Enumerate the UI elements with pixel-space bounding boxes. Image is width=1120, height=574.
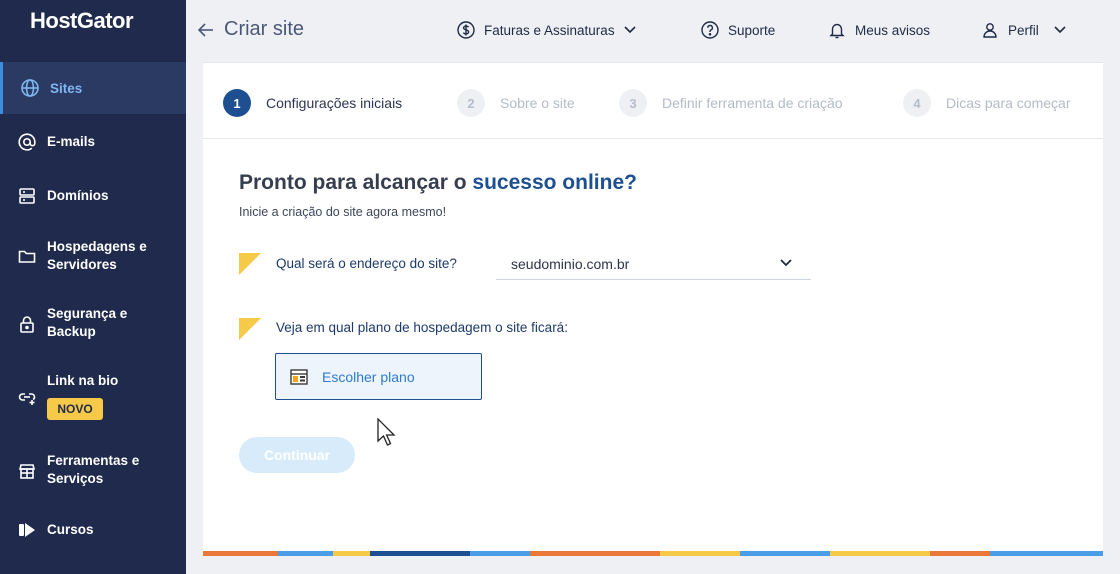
continue-button[interactable]: Continuar [239,437,355,473]
profile-label: Perfil [1008,22,1039,38]
page-title: Criar site [224,18,305,40]
yellow-flag-icon [239,253,261,275]
top-header: Criar site Faturas e Assinaturas Suporte… [186,0,1120,62]
hosting-plan-icon [290,369,308,385]
sidebar-item-hospedagens[interactable]: Hospedagens e Servidores [0,234,186,278]
plan-question: Veja em qual plano de hospedagem o site … [276,320,568,335]
step-label: Dicas para começar [946,95,1071,111]
step-1: 1 Configurações iniciais [223,89,402,117]
server-icon [16,185,38,207]
notices-label: Meus avisos [855,22,931,38]
step-number: 2 [457,89,485,117]
address-question: Qual será o endereço do site? [276,256,457,271]
step-number: 4 [903,89,931,117]
create-site-card: 1 Configurações iniciais 2 Sobre o site … [203,62,1103,556]
folder-icon [16,245,38,267]
headline: Pronto para alcançar o sucesso online? [239,171,637,195]
domain-select[interactable]: seudominio.com.br [496,249,811,280]
subtitle: Inicie a criação do site agora mesmo! [239,205,447,219]
sidebar-item-ferramentas[interactable]: Ferramentas e Serviços [0,449,186,493]
step-label: Sobre o site [500,95,575,111]
sidebar-item-emails[interactable]: E-mails [0,124,186,160]
sidebar-item-sites[interactable]: Sites [0,62,186,114]
sidebar-item-label: Servidores [47,257,117,272]
headline-highlight: sucesso online? [472,171,637,194]
step-4: 4 Dicas para começar [903,89,1071,117]
support-menu[interactable]: Suporte [700,18,775,42]
sidebar-item-dominios[interactable]: Domínios [0,178,186,214]
invoices-label: Faturas e Assinaturas [484,22,615,38]
chevron-down-icon [1054,26,1066,34]
sidebar-item-seguranca[interactable]: Segurança e Backup [0,302,186,346]
at-icon [16,131,38,153]
step-3: 3 Definir ferramenta de criação [619,89,843,117]
headline-prefix: Pronto para alcançar o [239,171,473,194]
step-number: 3 [619,89,647,117]
sidebar-item-label: E-mails [47,134,96,149]
sidebar-item-label: Domínios [47,188,109,203]
sidebar-item-label: Cursos [47,522,94,537]
sidebar-item-label: Link na bio [47,373,119,388]
chevron-down-icon [624,26,636,34]
chevron-down-icon [780,259,792,267]
globe-icon [19,77,41,99]
notices-menu[interactable]: Meus avisos [827,18,930,42]
sidebar-item-cursos[interactable]: Cursos [0,512,186,548]
mouse-cursor-icon [377,418,396,446]
sidebar-item-label: Ferramentas e [47,453,140,468]
step-2: 2 Sobre o site [457,89,575,117]
stepper: 1 Configurações iniciais 2 Sobre o site … [203,63,1103,139]
step-number: 1 [223,89,251,117]
yellow-flag-icon [239,318,261,340]
sidebar-item-label: Hospedagens e [47,239,147,254]
sidebar-item-label: Serviços [47,471,104,486]
support-label: Suporte [728,22,776,38]
user-icon [983,23,997,38]
new-badge: NOVO [47,398,103,420]
hostgator-logo[interactable]: HostGator [30,8,134,34]
bell-icon [829,23,845,39]
choose-plan-label: Escolher plano [322,369,415,385]
sidebar-item-label: Sites [50,81,83,96]
invoices-menu[interactable]: Faturas e Assinaturas [456,18,637,42]
dollar-icon [457,21,475,39]
step-label: Definir ferramenta de criação [662,95,843,111]
sidebar-item-label: Segurança e [47,306,128,321]
domain-select-value: seudominio.com.br [511,256,630,272]
play-icon [16,519,38,541]
lock-icon [16,313,38,335]
link-icon [16,386,38,408]
brand-stripe [203,551,1103,556]
step-label: Configurações iniciais [266,95,403,111]
choose-plan-button[interactable]: Escolher plano [275,353,482,400]
back-arrow-icon[interactable] [198,18,218,42]
profile-menu[interactable]: Perfil [980,18,1067,42]
store-icon [16,460,38,482]
sidebar: HostGator Sites E-mails Domínios Hospeda… [0,0,186,574]
help-icon [701,21,719,39]
sidebar-item-label: Backup [47,324,96,339]
